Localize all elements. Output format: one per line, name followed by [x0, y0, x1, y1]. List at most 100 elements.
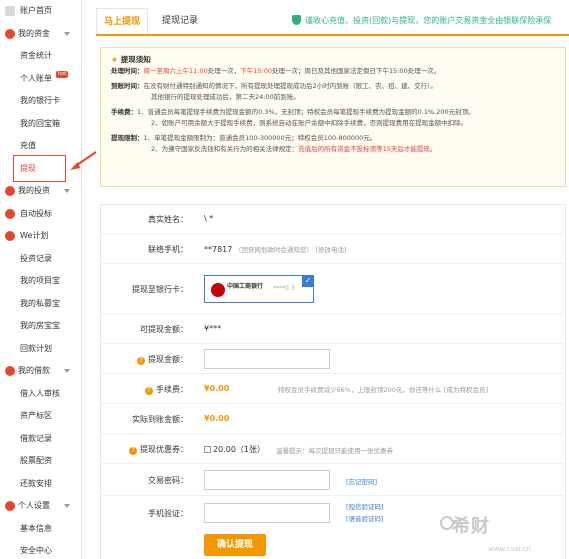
notice-limit-2: 2、为遵守国家反洗钱和有关行为的相关法律规定：充值后的所有资金不投标须等15天后… [111, 144, 555, 155]
pointer-arrow-icon [70, 151, 97, 170]
withdraw-form-fields: 真实姓名： \ * 联络手机： **7817 （团贷网划款时会通知您） [修改电… [100, 204, 566, 559]
notice-title-text: 提现须知 [120, 55, 151, 64]
sidebar-item-stock-margin[interactable]: 股票配资 [0, 450, 81, 473]
form-row-phone: 联络手机： **7817 （团贷网划款时会通知您） [修改电话] [100, 234, 566, 264]
notice-title: ★ 提现须知 [111, 54, 555, 66]
security-notice: 谨收心充值、投资(回款)与提现，您的账户交易资金全由银联保险承保 [292, 8, 551, 34]
actual-value: ¥0.00 [204, 414, 230, 423]
sidebar-section-loan[interactable]: 我的借款 [0, 360, 81, 383]
sidebar-item-treasure-box[interactable]: 我的回宝箱 [0, 113, 81, 136]
form-row-name: 真实姓名： \ * [100, 204, 566, 234]
sms-label: 手机验证： [148, 509, 188, 518]
notice-fee: 手续费：1、普通会员每笔提现手续费为提现金额的0.3%，无封顶；特权会员每笔提现… [111, 107, 555, 118]
sidebar-item-repayment[interactable]: 还款安排 [0, 473, 81, 496]
phone-value: **7817 [204, 245, 233, 254]
sidebar-item-label: 充值 [20, 141, 36, 150]
sidebar-item-home[interactable]: 账户首页 [0, 0, 81, 23]
phone-value-group: **7817 （团贷网划款时会通知您） [修改电话] [204, 244, 347, 254]
icbc-logo-icon [211, 283, 225, 297]
sidebar-item-auto-bid[interactable]: 自动投标 [0, 203, 81, 226]
sidebar-item-label: 基本信息 [20, 523, 52, 533]
forgot-password-link[interactable]: [忘记密码] [346, 476, 377, 486]
question-icon: ? [145, 387, 153, 395]
sidebar-item-label: 借入人审核 [20, 388, 60, 398]
phone-hint: （团贷网划款时会通知您） [234, 246, 313, 254]
form-row-available: 可提现金额： ¥*** [100, 314, 566, 344]
sidebar-item-label: 资金统计 [20, 51, 52, 60]
real-name-label: 真实姓名： [148, 215, 188, 224]
notice-label: 提现限制： [111, 134, 144, 142]
confirm-withdraw-button[interactable]: 确认提现 [204, 534, 266, 556]
sidebar-item-basic-info[interactable]: 基本信息 [0, 518, 81, 541]
sidebar-item-borrower-review[interactable]: 借入人审核 [0, 383, 81, 406]
coupon-label-group: ? 提现优惠券： [129, 444, 188, 455]
sidebar-item-asset-zone[interactable]: 资产标区 [0, 405, 81, 428]
notice-limit: 提现限制：1、单笔提现金额限制为：普通会员100-300000元；特权会员100… [111, 133, 555, 144]
coupon-value: 20.00（1张） [213, 445, 265, 454]
form-row-actual: 实际到账金额： ¥0.00 [100, 404, 566, 434]
amount-input[interactable] [204, 349, 330, 369]
sidebar-item-label: 我的房宝宝 [20, 321, 60, 330]
security-notice-text: 谨收心充值、投资(回款)与提现，您的账户交易资金全由银联保险承保 [305, 16, 552, 25]
auto-bid-icon [5, 208, 15, 219]
sidebar-item-bill[interactable]: 个人账单 hot [0, 68, 81, 91]
sidebar-item-security[interactable]: 安全中心 [0, 540, 81, 559]
highlight-box [13, 155, 66, 182]
hot-badge: hot [56, 70, 69, 78]
fee-label: 手续费： [156, 385, 188, 394]
sidebar-item-project-bao[interactable]: 我的项目宝 [0, 270, 81, 293]
bank-card-option[interactable]: 中国工商银行 ****0 3 ✓ [204, 275, 314, 303]
tab-withdraw-now[interactable]: 马上提现 [96, 8, 148, 34]
question-icon: ? [137, 357, 145, 365]
coupon-checkbox[interactable] [204, 446, 211, 453]
sidebar-item-bank-card[interactable]: 我的银行卡 [0, 90, 81, 113]
chevron-down-icon [64, 31, 70, 36]
notice-highlight: 下午15:00 [240, 67, 272, 75]
check-icon: ✓ [302, 275, 314, 287]
notice-text: 1、单笔提现金额限制为：普通会员100-300000元；特权会员100-8000… [143, 134, 377, 142]
notice-text: 1、普通会员每笔提现手续费为提现金额的0.3%，无封顶；特权会员每笔提现手续费为… [137, 108, 475, 116]
become-vip-link[interactable]: [成为特权会员] [444, 386, 488, 394]
sidebar-item-label: 资产标区 [20, 411, 52, 420]
sidebar-item-private-bao[interactable]: 我的私募宝 [0, 293, 81, 316]
sidebar-item-repay-plan[interactable]: 回款计划 [0, 338, 81, 361]
notice-highlight: 周一至周六上午11:00 [143, 67, 208, 75]
tab-withdraw-records[interactable]: 提现记录 [156, 8, 204, 34]
sidebar-item-label: 投资记录 [20, 253, 52, 263]
sidebar-item-house-bao[interactable]: 我的房宝宝 [0, 315, 81, 338]
withdraw-notice-box: ★ 提现须知 处理时间：周一至周六上午11:00处理一次，下午15:00处理一次；… [100, 47, 566, 187]
sidebar-item-label: 借款记录 [20, 433, 52, 443]
sidebar-item-invest-records[interactable]: 投资记录 [0, 248, 81, 271]
chevron-down-icon [64, 504, 70, 508]
trade-password-input[interactable] [204, 470, 330, 490]
sms-code-link[interactable]: [短信验证码] [346, 501, 384, 511]
notice-label: 到账时间： [111, 82, 144, 90]
sidebar: 账户首页 我的资金 资金统计 个人账单 hot 我的银行卡 我的回宝箱 充值 提现… [0, 0, 82, 559]
sidebar-item-label: 安全中心 [20, 546, 52, 555]
notice-label: 手续费： [111, 108, 137, 116]
coupon-option[interactable]: 20.00（1张） [204, 444, 265, 455]
sidebar-item-label: 我的私募宝 [20, 298, 60, 308]
sidebar-section-funds[interactable]: 我的资金 [0, 23, 81, 46]
sidebar-item-label: 我的回宝箱 [20, 118, 60, 128]
fee-label-group: ? 手续费： [145, 384, 188, 395]
form-row-coupon: ? 提现优惠券： 20.00（1张） 温馨提示：每次提现只能使用一张优惠券 [100, 434, 566, 464]
sidebar-item-label: 还款安排 [20, 478, 52, 488]
sidebar-section-invest[interactable]: 我的投资 [0, 180, 81, 203]
voice-code-link[interactable]: [语音验证码] [346, 513, 384, 523]
sidebar-section-settings[interactable]: 个人设置 [0, 495, 81, 518]
sidebar-item-fund-stats[interactable]: 资金统计 [0, 45, 81, 68]
sidebar-item-label: 我的银行卡 [20, 96, 60, 105]
fee-hint: 特权会员手续费减少66%，上限封顶200元，你还等什么 [278, 386, 442, 394]
sidebar-item-loan-records[interactable]: 借款记录 [0, 428, 81, 451]
sidebar-item-label: 我的项目宝 [20, 276, 60, 285]
sidebar-item-we-plan[interactable]: We计划 [0, 225, 81, 248]
password-label: 交易密码： [148, 476, 188, 485]
sms-code-input[interactable] [204, 503, 330, 523]
notice-arrival: 到账时间：在没有财付通特别通知的情况下，所有提现处理提现成功后2小时内到账（限工… [111, 81, 555, 92]
settings-icon [5, 501, 15, 511]
notice-label: 处理时间： [111, 67, 144, 75]
notice-time: 处理时间：周一至周六上午11:00处理一次，下午15:00处理一次；周日及其他国… [111, 66, 555, 77]
edit-phone-link[interactable]: [修改电话] [315, 246, 346, 254]
sidebar-item-label: 自动投标 [20, 208, 52, 218]
